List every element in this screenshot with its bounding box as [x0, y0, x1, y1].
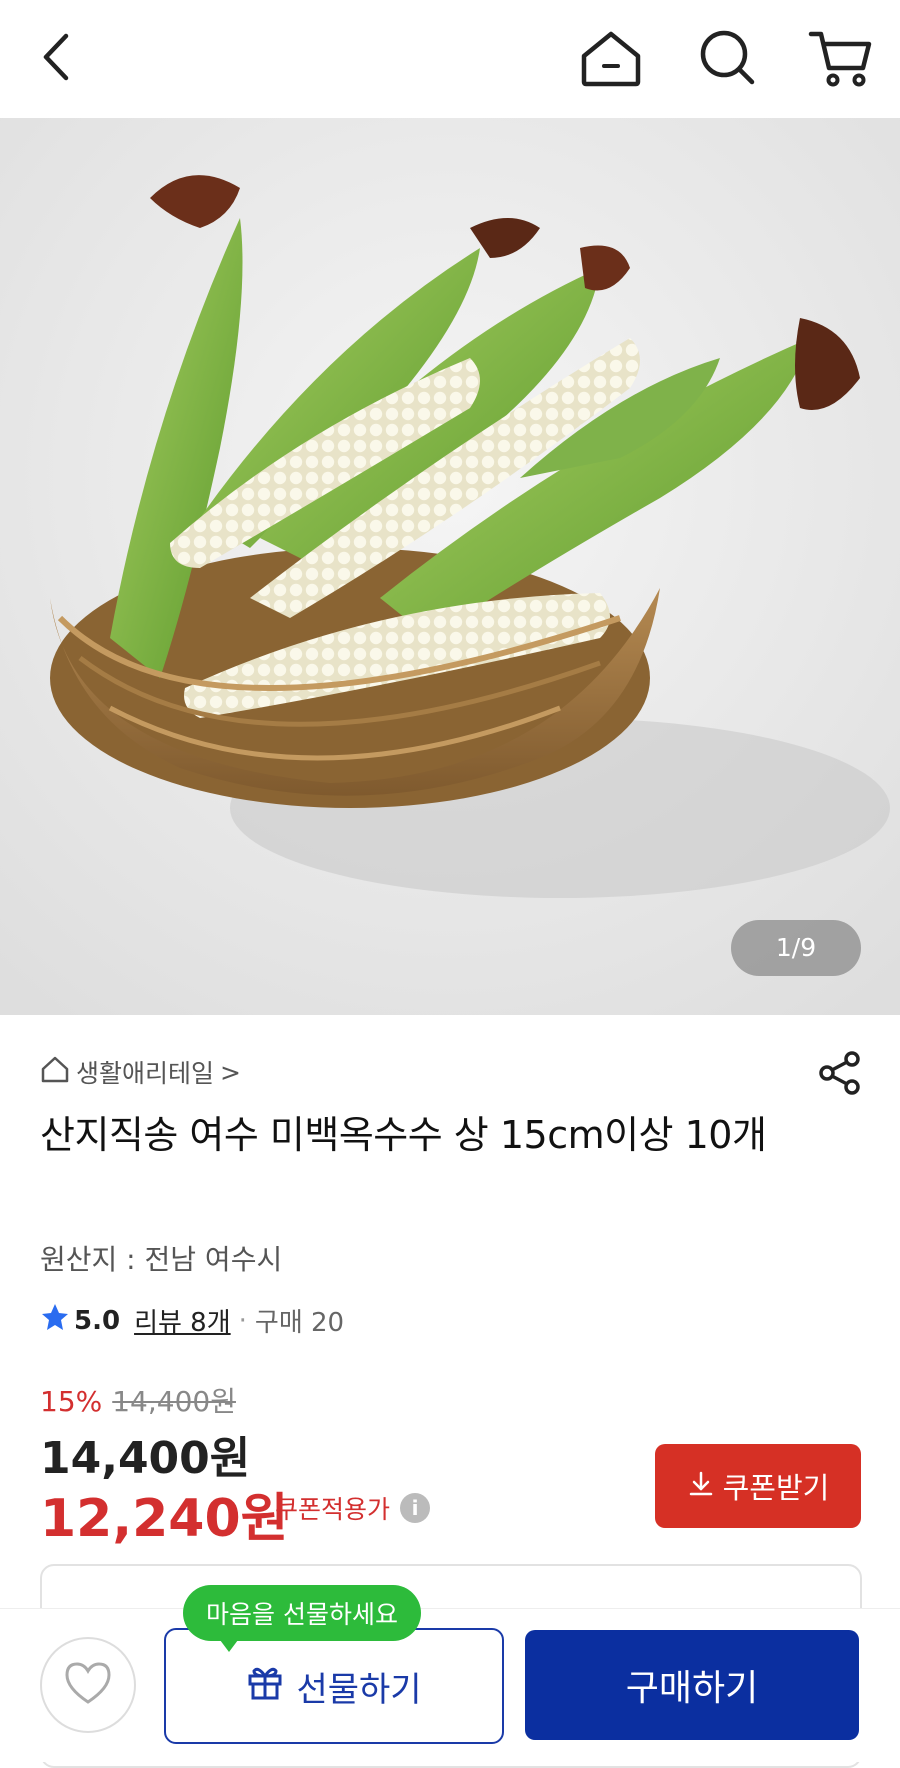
- separator: ·: [238, 1305, 247, 1336]
- discount-rate: 15%: [40, 1385, 103, 1418]
- review-link[interactable]: 리뷰 8개: [134, 1302, 231, 1339]
- original-price: 14,400원: [112, 1385, 236, 1418]
- coupon-download-button[interactable]: 쿠폰받기: [655, 1444, 861, 1528]
- share-icon[interactable]: [815, 1048, 865, 1098]
- coupon-price: 12,240원: [40, 1489, 289, 1549]
- tooltip-tail: [217, 1636, 241, 1652]
- info-icon[interactable]: i: [400, 1493, 431, 1523]
- wishlist-button[interactable]: [40, 1637, 136, 1733]
- rating-score: 5.0: [74, 1305, 121, 1336]
- gift-button[interactable]: 선물하기: [164, 1628, 504, 1744]
- cart-icon[interactable]: [805, 22, 875, 92]
- coupon-label-text: 쿠폰적용가: [275, 1495, 391, 1524]
- top-bar: [0, 0, 900, 118]
- product-title: 산지직송 여수 미백옥수수 상 15cm이상 10개: [40, 1113, 767, 1157]
- rating-row: 5.0 리뷰 8개 · 구매 20: [40, 1302, 344, 1339]
- back-icon[interactable]: [22, 22, 92, 92]
- gift-tooltip: 마음을 선물하세요: [183, 1585, 421, 1641]
- home-icon[interactable]: [576, 22, 646, 92]
- star-icon: [40, 1302, 70, 1339]
- chevron-right-icon: >: [220, 1057, 241, 1087]
- home-small-icon: [40, 1054, 70, 1090]
- breadcrumb[interactable]: 생활애리테일 >: [40, 1050, 241, 1094]
- purchase-count: 구매 20: [254, 1308, 345, 1338]
- coupon-price-label: 쿠폰적용가 i: [275, 1490, 431, 1526]
- product-image[interactable]: [0, 118, 900, 1015]
- gift-button-label: 선물하기: [296, 1669, 422, 1710]
- gift-icon: [246, 1663, 284, 1710]
- download-icon: [687, 1469, 715, 1504]
- image-counter: 1/9: [731, 920, 861, 976]
- buy-button[interactable]: 구매하기: [525, 1630, 859, 1740]
- origin-text: 원산지 : 전남 여수시: [40, 1243, 283, 1276]
- discount-row: 15% 14,400원: [40, 1380, 236, 1420]
- heart-icon: [63, 1660, 113, 1710]
- breadcrumb-label: 생활애리테일: [76, 1059, 215, 1088]
- search-icon[interactable]: [692, 22, 762, 92]
- coupon-button-label: 쿠폰받기: [722, 1471, 830, 1505]
